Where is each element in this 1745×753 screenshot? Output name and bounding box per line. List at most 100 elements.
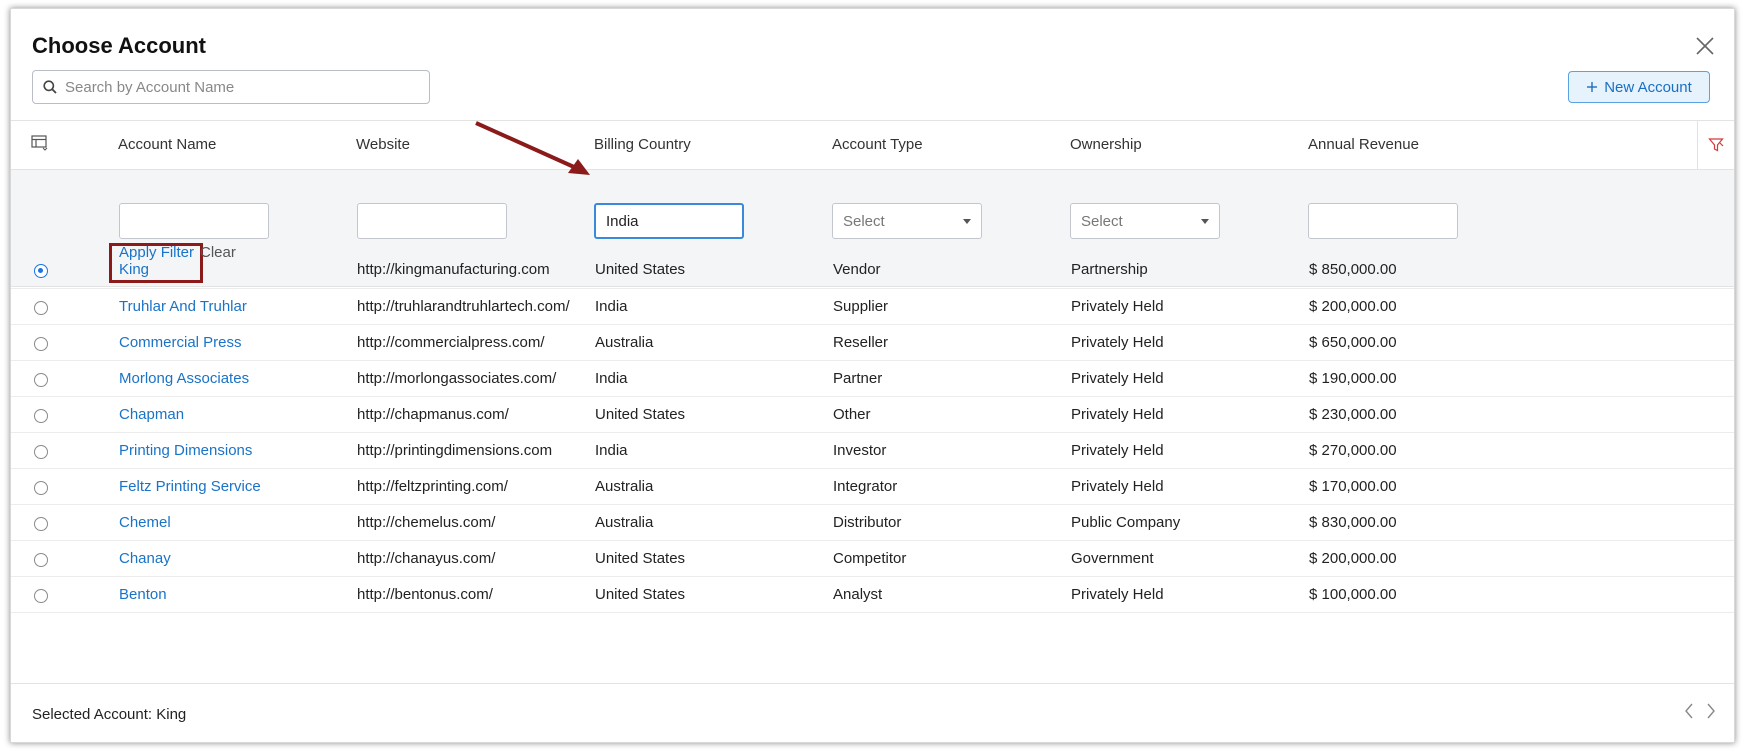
cell-annual-revenue: $ 170,000.00 <box>1309 478 1397 495</box>
cell-website: http://chemelus.com/ <box>357 514 496 531</box>
cell-billing-country: United States <box>595 550 686 567</box>
cell-ownership: Privately Held <box>1071 334 1164 351</box>
cell-billing-country: India <box>595 370 628 387</box>
cell-account-name[interactable]: Chanay <box>119 550 171 567</box>
row-radio-button[interactable] <box>34 553 48 567</box>
table-row[interactable]: Chanay http://chanayus.com/United States C… <box>11 541 1734 577</box>
close-icon[interactable] <box>1694 35 1716 57</box>
cell-account-name[interactable]: Feltz Printing Service <box>119 478 261 495</box>
cell-account-name[interactable]: Printing Dimensions <box>119 442 252 459</box>
table-row[interactable]: Chemel http://chemelus.com/Australia Distr… <box>11 505 1734 541</box>
cell-account-name[interactable]: Chemel <box>119 514 171 531</box>
cell-website: http://bentonus.com/ <box>357 586 493 603</box>
search-box[interactable] <box>32 70 430 104</box>
cell-account-name[interactable]: Commercial Press <box>119 334 242 351</box>
row-radio-button[interactable] <box>34 517 48 531</box>
table-row[interactable]: Printing Dimensions http://printingdimens… <box>11 433 1734 469</box>
row-radio-button[interactable] <box>34 264 48 278</box>
cell-billing-country: United States <box>595 586 686 603</box>
dialog-title: Choose Account <box>32 33 206 58</box>
table-row[interactable]: Benton http://bentonus.com/United States A… <box>11 577 1734 613</box>
cell-account-type: Supplier <box>833 298 889 315</box>
table-row[interactable]: Truhlar And Truhlar http://truhlarandtruh… <box>11 289 1734 325</box>
cell-ownership: Public Company <box>1071 514 1181 531</box>
row-radio-button[interactable] <box>34 301 48 315</box>
cell-account-type: Integrator <box>833 478 898 495</box>
table-row[interactable]: Morlong Associates http://morlongassociat… <box>11 361 1734 397</box>
cell-website: http://feltzprinting.com/ <box>357 478 508 495</box>
row-radio-button[interactable] <box>34 409 48 423</box>
accounts-table-body: King http://kingmanufacturing.com United S… <box>11 252 1734 613</box>
selected-account-text: Selected Account: King <box>32 706 187 723</box>
filter-account-name-input[interactable] <box>119 203 269 239</box>
column-header-annual-revenue[interactable]: Annual Revenue <box>1308 136 1419 153</box>
cell-account-type: Other <box>833 406 871 423</box>
cell-billing-country: Australia <box>595 478 654 495</box>
filter-account-type-select[interactable]: Select <box>832 203 982 239</box>
cell-annual-revenue: $ 100,000.00 <box>1309 586 1397 603</box>
cell-website: http://chanayus.com/ <box>357 550 496 567</box>
column-header-ownership[interactable]: Ownership <box>1070 136 1142 153</box>
cell-ownership: Privately Held <box>1071 586 1164 603</box>
cell-billing-country: India <box>595 442 628 459</box>
choose-account-dialog: Choose Account New Account Account Name … <box>10 8 1735 743</box>
cell-ownership: Government <box>1071 550 1154 567</box>
column-header-billing-country[interactable]: Billing Country <box>594 136 691 153</box>
row-radio-button[interactable] <box>34 481 48 495</box>
cell-account-type: Reseller <box>833 334 889 351</box>
plus-icon <box>1587 82 1598 92</box>
chevron-down-icon <box>1201 218 1209 224</box>
cell-annual-revenue: $ 230,000.00 <box>1309 406 1397 423</box>
cell-website: http://kingmanufacturing.com <box>357 261 550 278</box>
next-page-icon[interactable] <box>1706 703 1716 724</box>
cell-ownership: Privately Held <box>1071 298 1164 315</box>
table-row[interactable]: Feltz Printing Service http://feltzprinti… <box>11 469 1734 505</box>
cell-account-type: Vendor <box>833 261 881 278</box>
cell-account-name[interactable]: Morlong Associates <box>119 370 249 387</box>
annotation-arrow <box>475 121 590 175</box>
cell-website: http://morlongassociates.com/ <box>357 370 557 387</box>
cell-website: http://commercialpress.com/ <box>357 334 545 351</box>
filter-icon <box>1708 138 1724 152</box>
previous-page-icon[interactable] <box>1684 703 1694 724</box>
cell-account-name[interactable]: King <box>119 261 149 278</box>
cell-account-type: Partner <box>833 370 883 387</box>
cell-account-name[interactable]: Truhlar And Truhlar <box>119 298 247 315</box>
table-header: Account Name Website Billing Country Acc… <box>11 120 1734 170</box>
cell-annual-revenue: $ 650,000.00 <box>1309 334 1397 351</box>
row-radio-button[interactable] <box>34 589 48 603</box>
cell-website: http://chapmanus.com/ <box>357 406 509 423</box>
cell-annual-revenue: $ 270,000.00 <box>1309 442 1397 459</box>
filter-ownership-select[interactable]: Select <box>1070 203 1220 239</box>
cell-account-name[interactable]: Chapman <box>119 406 184 423</box>
new-account-button[interactable]: New Account <box>1568 71 1710 103</box>
cell-ownership: Privately Held <box>1071 478 1164 495</box>
cell-annual-revenue: $ 190,000.00 <box>1309 370 1397 387</box>
cell-billing-country: Australia <box>595 514 654 531</box>
cell-ownership: Partnership <box>1071 261 1148 278</box>
filter-billing-country-input[interactable] <box>594 203 744 239</box>
cell-account-type: Distributor <box>833 514 902 531</box>
row-radio-button[interactable] <box>34 373 48 387</box>
search-input[interactable] <box>63 77 397 97</box>
table-row[interactable]: King http://kingmanufacturing.com United S… <box>11 252 1734 289</box>
column-header-account-type[interactable]: Account Type <box>832 136 923 153</box>
pagination <box>1684 703 1716 724</box>
cell-billing-country: Australia <box>595 334 654 351</box>
filter-annual-revenue-input[interactable] <box>1308 203 1458 239</box>
row-radio-button[interactable] <box>34 445 48 459</box>
cell-annual-revenue: $ 200,000.00 <box>1309 298 1397 315</box>
row-radio-button[interactable] <box>34 337 48 351</box>
table-row[interactable]: Commercial Press http://commercialpress.c… <box>11 325 1734 361</box>
table-row[interactable]: Chapman http://chapmanus.com/United State… <box>11 397 1734 433</box>
search-icon <box>43 80 57 94</box>
dialog-footer: Selected Account: King <box>11 683 1734 742</box>
column-header-account-name[interactable]: Account Name <box>118 136 216 153</box>
cell-ownership: Privately Held <box>1071 370 1164 387</box>
filter-website-input[interactable] <box>357 203 507 239</box>
cell-website: http://truhlarandtruhlartech.com/ <box>357 298 570 315</box>
column-settings-icon[interactable] <box>31 135 49 151</box>
cell-account-name[interactable]: Benton <box>119 586 167 603</box>
filter-toggle[interactable] <box>1697 121 1734 169</box>
column-header-website[interactable]: Website <box>356 136 410 153</box>
